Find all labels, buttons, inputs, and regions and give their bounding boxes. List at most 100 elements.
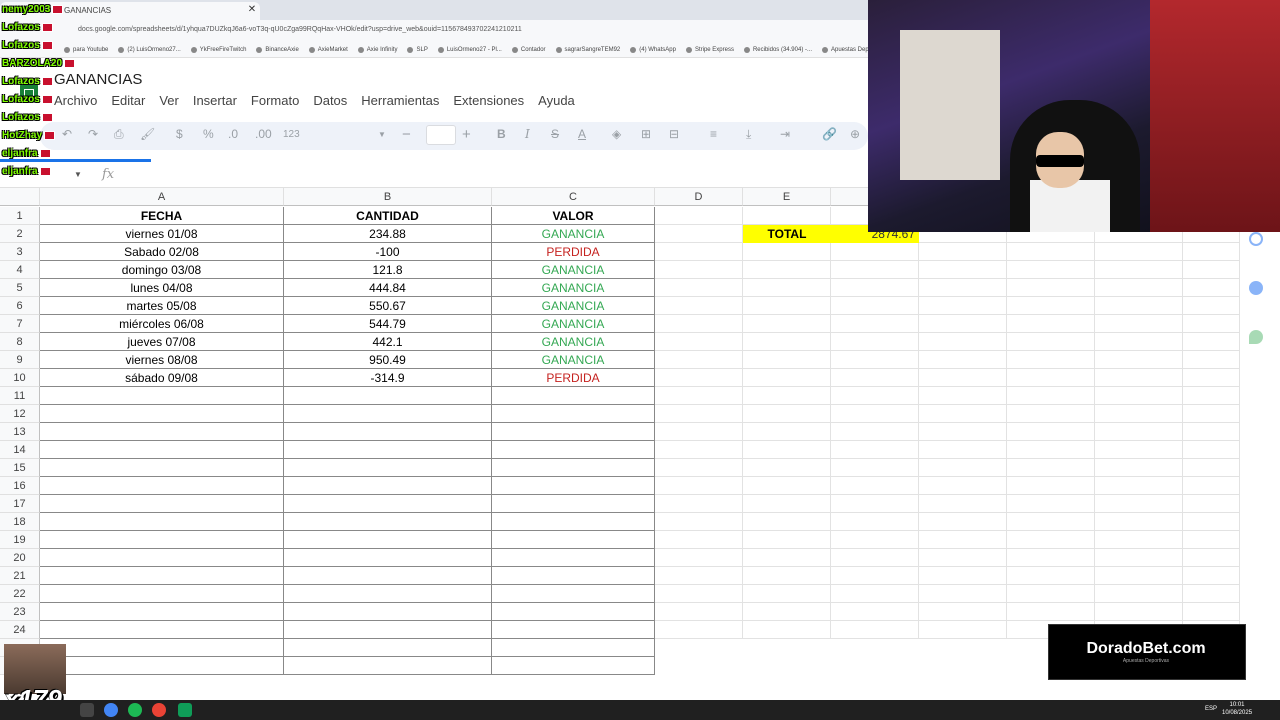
table-cell[interactable] — [655, 351, 743, 369]
row-header[interactable]: 20 — [0, 549, 40, 567]
table-cell[interactable] — [831, 567, 919, 585]
font-size-input[interactable] — [426, 125, 456, 145]
table-cell[interactable] — [492, 405, 655, 423]
table-cell[interactable] — [1007, 369, 1095, 387]
table-cell[interactable] — [831, 531, 919, 549]
table-cell[interactable] — [919, 405, 1007, 423]
table-cell[interactable] — [284, 495, 492, 513]
tasks-icon[interactable] — [1249, 232, 1263, 246]
column-header-d[interactable]: D — [655, 188, 743, 206]
table-cell[interactable] — [919, 585, 1007, 603]
bookmark-item[interactable]: (4) WhatsApp — [630, 46, 676, 53]
bookmark-item[interactable]: BinanceAxie — [256, 46, 299, 53]
table-cell[interactable] — [655, 585, 743, 603]
table-cell[interactable] — [1007, 549, 1095, 567]
table-cell[interactable] — [1095, 477, 1183, 495]
table-cell[interactable] — [831, 243, 919, 261]
table-cell[interactable] — [1007, 315, 1095, 333]
table-cell[interactable] — [1183, 351, 1240, 369]
number-format-button[interactable]: 123 — [283, 129, 300, 140]
table-cell[interactable] — [492, 513, 655, 531]
print-icon[interactable]: ⎙ — [114, 127, 124, 142]
header-cell[interactable]: FECHA — [40, 207, 284, 225]
table-cell[interactable] — [831, 297, 919, 315]
table-cell[interactable] — [831, 423, 919, 441]
header-cell[interactable]: CANTIDAD — [284, 207, 492, 225]
table-cell[interactable] — [1183, 567, 1240, 585]
table-cell[interactable] — [743, 531, 831, 549]
table-cell[interactable] — [1183, 513, 1240, 531]
row-header[interactable]: 4 — [0, 261, 40, 279]
table-cell[interactable] — [284, 621, 492, 639]
row-header[interactable]: 17 — [0, 495, 40, 513]
table-cell[interactable] — [492, 495, 655, 513]
table-cell[interactable] — [492, 387, 655, 405]
taskbar-app-icon[interactable] — [80, 703, 94, 717]
table-cell[interactable] — [284, 567, 492, 585]
bookmark-item[interactable]: Contador — [511, 46, 546, 53]
table-cell[interactable] — [492, 531, 655, 549]
table-cell[interactable] — [919, 369, 1007, 387]
link-icon[interactable]: 🔗 — [822, 127, 837, 141]
row-header[interactable]: 2 — [0, 225, 40, 243]
bookmark-item[interactable]: Recibidos (34.904) -... — [743, 46, 812, 53]
fecha-cell[interactable]: sábado 09/08 — [40, 369, 284, 387]
table-cell[interactable] — [655, 513, 743, 531]
table-cell[interactable] — [40, 531, 284, 549]
cantidad-cell[interactable]: 442.1 — [284, 333, 492, 351]
table-cell[interactable] — [284, 585, 492, 603]
table-cell[interactable] — [1095, 243, 1183, 261]
table-cell[interactable] — [284, 423, 492, 441]
table-cell[interactable] — [40, 603, 284, 621]
row-header[interactable]: 16 — [0, 477, 40, 495]
table-cell[interactable] — [284, 531, 492, 549]
bookmark-item[interactable]: (2) LuisOrmeno27... — [118, 46, 181, 53]
cantidad-cell[interactable]: -100 — [284, 243, 492, 261]
table-cell[interactable] — [655, 243, 743, 261]
contacts-icon[interactable] — [1249, 281, 1263, 295]
table-cell[interactable] — [743, 297, 831, 315]
sheets-taskbar-icon[interactable] — [178, 703, 192, 717]
system-clock[interactable]: 10:01 10/08/2025 — [1222, 701, 1252, 717]
table-cell[interactable] — [492, 441, 655, 459]
table-cell[interactable] — [1183, 441, 1240, 459]
close-tab-icon[interactable]: ✕ — [246, 4, 258, 16]
row-header[interactable]: 13 — [0, 423, 40, 441]
table-cell[interactable] — [655, 621, 743, 639]
table-cell[interactable] — [743, 603, 831, 621]
strikethrough-button[interactable]: S — [551, 127, 559, 141]
table-cell[interactable] — [1007, 351, 1095, 369]
table-cell[interactable] — [743, 261, 831, 279]
column-header-a[interactable]: A — [40, 188, 284, 206]
table-cell[interactable] — [40, 585, 284, 603]
valor-cell[interactable]: PERDIDA — [492, 369, 655, 387]
menu-item[interactable]: Datos — [313, 93, 347, 108]
fecha-cell[interactable]: jueves 07/08 — [40, 333, 284, 351]
table-cell[interactable] — [1007, 513, 1095, 531]
table-cell[interactable] — [1183, 333, 1240, 351]
table-cell[interactable] — [1095, 495, 1183, 513]
table-cell[interactable] — [655, 261, 743, 279]
menu-item[interactable]: Ayuda — [538, 93, 575, 108]
table-cell[interactable] — [284, 549, 492, 567]
valor-cell[interactable]: PERDIDA — [492, 243, 655, 261]
table-cell[interactable] — [743, 243, 831, 261]
table-cell[interactable] — [1007, 405, 1095, 423]
table-cell[interactable] — [492, 603, 655, 621]
menu-item[interactable]: Formato — [251, 93, 299, 108]
table-cell[interactable] — [831, 585, 919, 603]
table-cell[interactable] — [919, 423, 1007, 441]
table-cell[interactable] — [1095, 387, 1183, 405]
table-cell[interactable] — [492, 477, 655, 495]
language-indicator[interactable]: ESP — [1205, 706, 1217, 712]
valor-cell[interactable]: GANANCIA — [492, 315, 655, 333]
row-header[interactable]: 24 — [0, 621, 40, 639]
valor-cell[interactable]: GANANCIA — [492, 351, 655, 369]
table-cell[interactable] — [919, 333, 1007, 351]
table-cell[interactable] — [492, 549, 655, 567]
url-text[interactable]: docs.google.com/spreadsheets/d/1yhqua7DU… — [78, 26, 522, 33]
table-cell[interactable] — [1007, 243, 1095, 261]
table-cell[interactable] — [1183, 279, 1240, 297]
table-cell[interactable] — [40, 567, 284, 585]
table-cell[interactable] — [1007, 585, 1095, 603]
